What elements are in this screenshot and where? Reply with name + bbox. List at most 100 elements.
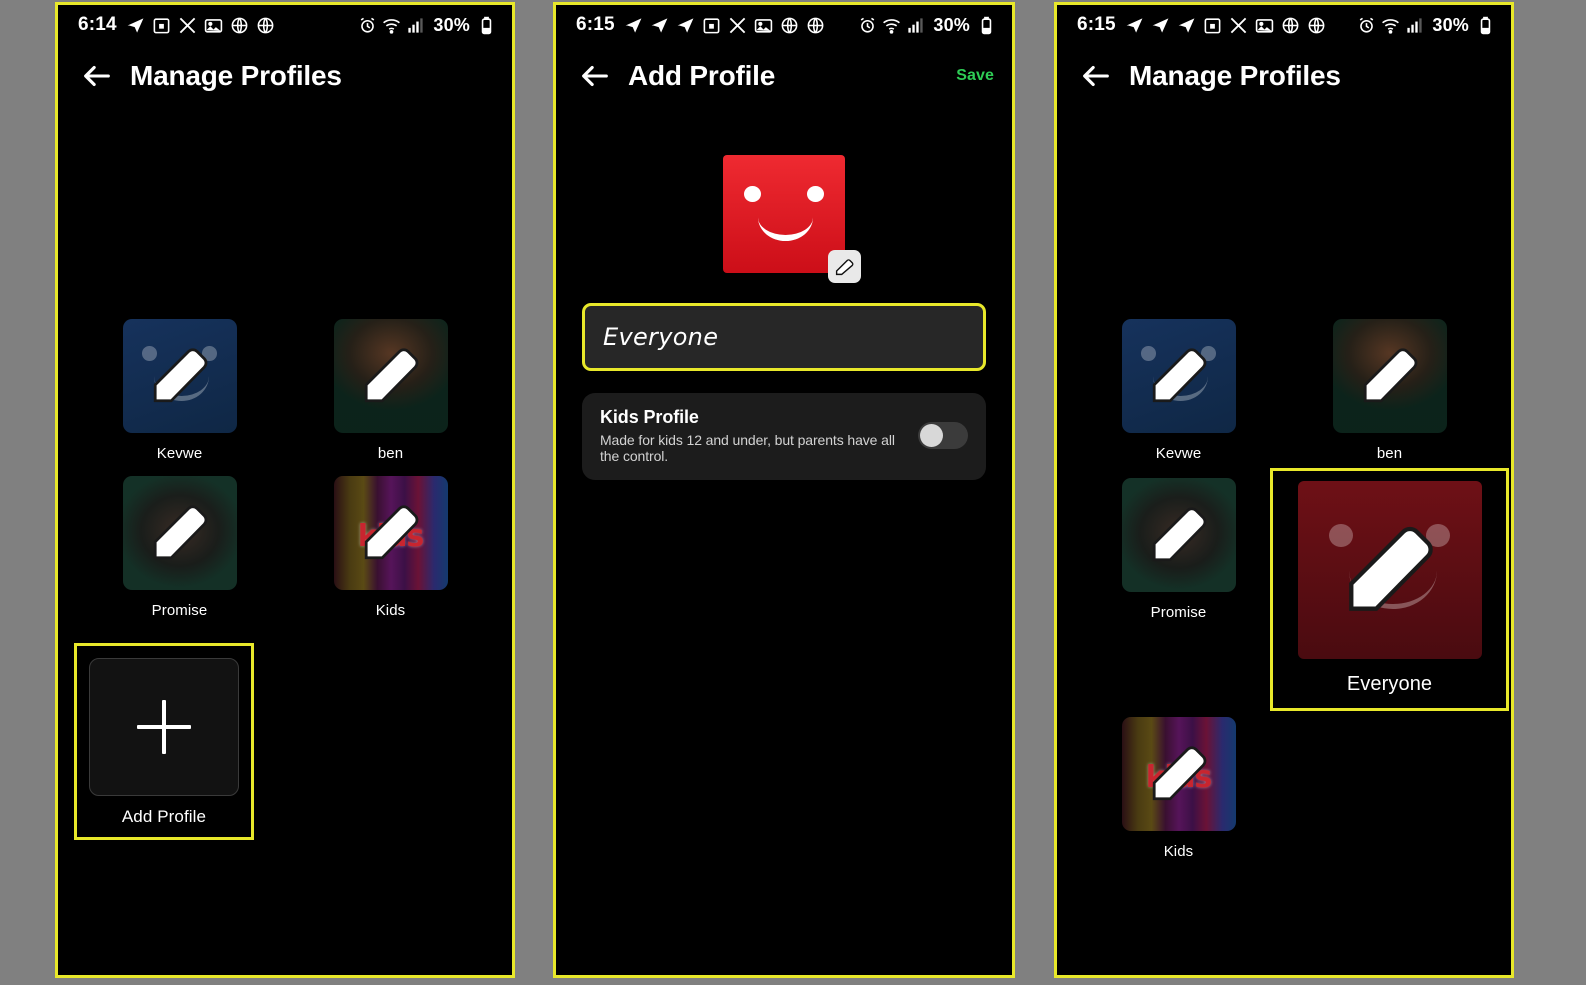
edit-pencil-icon[interactable] bbox=[1145, 741, 1211, 807]
profile-name-input[interactable]: Everyone bbox=[582, 303, 986, 371]
globe-icon bbox=[230, 16, 249, 35]
telegram-icon bbox=[1151, 16, 1170, 35]
status-time: 6:14 bbox=[78, 14, 117, 35]
signal-icon bbox=[1405, 16, 1424, 35]
profile-cell-kids[interactable]: kids Kids bbox=[1073, 717, 1284, 860]
avatar[interactable] bbox=[1121, 478, 1236, 592]
battery-icon bbox=[477, 16, 496, 35]
battery-percent-label: 30% bbox=[933, 14, 970, 35]
photos-icon bbox=[754, 16, 773, 35]
edit-pencil-icon[interactable] bbox=[1145, 343, 1211, 409]
profile-name: Kids bbox=[1163, 843, 1194, 860]
back-arrow-icon[interactable] bbox=[80, 59, 114, 93]
profile-name: ben bbox=[377, 445, 404, 462]
profiles-area: Kevwe ben Promis bbox=[1057, 319, 1511, 860]
profile-name-value: Everyone bbox=[603, 323, 719, 351]
calendar-icon bbox=[702, 16, 721, 35]
kids-profile-subtitle: Made for kids 12 and under, but parents … bbox=[600, 432, 895, 464]
status-right-icons: 30% bbox=[358, 15, 496, 36]
phone-panel-manage-profiles-updated: 6:15 30% Manage Profiles Kevwe ben Promi… bbox=[1054, 2, 1514, 978]
save-button[interactable]: Save bbox=[956, 67, 994, 85]
profile-name: Kids bbox=[375, 602, 406, 619]
toggle-knob bbox=[920, 424, 943, 447]
page-title: Add Profile bbox=[628, 60, 776, 91]
app-bar: Add Profile Save bbox=[556, 45, 1012, 107]
status-right-icons: 30% bbox=[1357, 15, 1495, 36]
app-bar: Manage Profiles bbox=[58, 45, 512, 107]
x-twitter-icon bbox=[178, 16, 197, 35]
edit-pencil-icon[interactable] bbox=[146, 500, 212, 566]
kids-profile-texts: Kids Profile Made for kids 12 and under,… bbox=[600, 407, 906, 464]
back-arrow-icon[interactable] bbox=[1079, 59, 1113, 93]
wifi-icon bbox=[382, 16, 401, 35]
wifi-icon bbox=[1381, 16, 1400, 35]
face-eye-right bbox=[807, 185, 825, 203]
avatar[interactable] bbox=[333, 319, 448, 433]
face-smile bbox=[758, 213, 814, 242]
edit-avatar-button[interactable] bbox=[828, 250, 861, 283]
avatar[interactable] bbox=[1297, 481, 1482, 659]
profile-name: Everyone bbox=[1346, 673, 1433, 695]
selected-avatar[interactable] bbox=[723, 155, 845, 273]
calendar-icon bbox=[152, 16, 171, 35]
telegram-icon bbox=[1125, 16, 1144, 35]
signal-icon bbox=[406, 16, 425, 35]
profile-name: Promise bbox=[151, 602, 208, 619]
profile-cell-ben[interactable]: ben bbox=[1284, 319, 1495, 462]
status-bar: 6:14 30% bbox=[58, 5, 512, 45]
profile-cell-kevwe[interactable]: Kevwe bbox=[1073, 319, 1284, 462]
add-profile-tile[interactable] bbox=[89, 658, 239, 796]
x-twitter-icon bbox=[1229, 16, 1248, 35]
status-time: 6:15 bbox=[1077, 14, 1116, 35]
profile-cell-kevwe[interactable]: Kevwe bbox=[74, 319, 285, 462]
profile-name: Kevwe bbox=[1155, 445, 1202, 462]
profile-cell-everyone-selected[interactable]: Everyone bbox=[1270, 468, 1509, 711]
kids-profile-toggle[interactable] bbox=[918, 422, 968, 449]
status-left-icons bbox=[1125, 16, 1358, 35]
edit-pencil-icon[interactable] bbox=[1145, 502, 1211, 568]
avatar[interactable] bbox=[122, 319, 237, 433]
edit-pencil-icon[interactable] bbox=[146, 343, 212, 409]
profile-cell-kids[interactable]: kids Kids bbox=[285, 476, 496, 619]
calendar-icon bbox=[1203, 16, 1222, 35]
profile-name: Promise bbox=[1150, 604, 1207, 621]
telegram-icon bbox=[676, 16, 695, 35]
profile-name: Kevwe bbox=[156, 445, 203, 462]
photos-icon bbox=[204, 16, 223, 35]
add-profile-label: Add Profile bbox=[121, 807, 207, 826]
telegram-icon bbox=[650, 16, 669, 35]
status-right-icons: 30% bbox=[858, 15, 996, 36]
status-left-icons bbox=[126, 16, 359, 35]
battery-percent-label: 30% bbox=[433, 14, 470, 35]
kids-profile-card[interactable]: Kids Profile Made for kids 12 and under,… bbox=[582, 393, 986, 480]
avatar[interactable]: kids bbox=[1121, 717, 1236, 831]
back-arrow-icon[interactable] bbox=[578, 59, 612, 93]
edit-pencil-icon[interactable] bbox=[357, 343, 423, 409]
avatar[interactable] bbox=[122, 476, 237, 590]
globe-icon bbox=[1307, 16, 1326, 35]
battery-percent-label: 30% bbox=[1432, 14, 1469, 35]
battery-icon bbox=[977, 16, 996, 35]
profiles-grid: Kevwe ben Promis bbox=[74, 319, 496, 619]
profile-cell-promise[interactable]: Promise bbox=[1073, 478, 1284, 701]
avatar[interactable] bbox=[1121, 319, 1236, 433]
profile-cell-ben[interactable]: ben bbox=[285, 319, 496, 462]
status-left-icons bbox=[624, 16, 859, 35]
alarm-icon bbox=[358, 16, 377, 35]
avatar[interactable]: kids bbox=[333, 476, 448, 590]
telegram-icon bbox=[624, 16, 643, 35]
avatar[interactable] bbox=[1332, 319, 1447, 433]
edit-pencil-icon[interactable] bbox=[1356, 343, 1422, 409]
avatar-picker[interactable] bbox=[723, 155, 861, 283]
page-title: Manage Profiles bbox=[130, 60, 342, 91]
alarm-icon bbox=[858, 16, 877, 35]
edit-pencil-icon[interactable] bbox=[1336, 518, 1443, 621]
wifi-icon bbox=[882, 16, 901, 35]
telegram-icon bbox=[1177, 16, 1196, 35]
telegram-icon bbox=[126, 16, 145, 35]
edit-pencil-icon[interactable] bbox=[357, 500, 423, 566]
status-bar: 6:15 30% bbox=[1057, 5, 1511, 45]
page-title: Manage Profiles bbox=[1129, 60, 1341, 91]
add-profile-button[interactable]: Add Profile bbox=[74, 643, 254, 840]
profile-cell-promise[interactable]: Promise bbox=[74, 476, 285, 619]
